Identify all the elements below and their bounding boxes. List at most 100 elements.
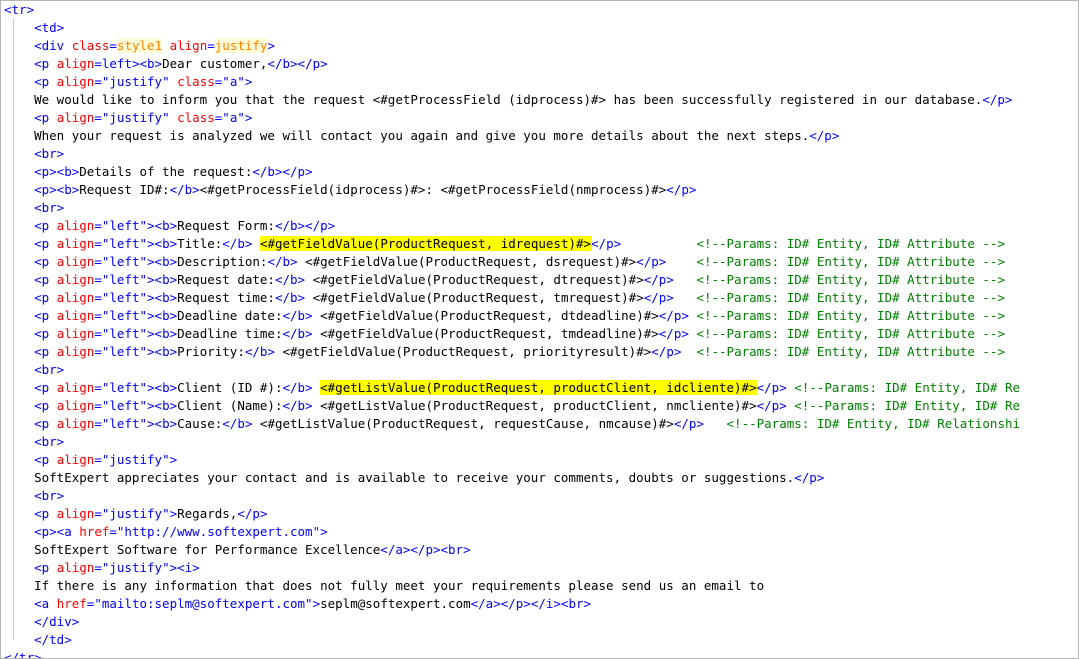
- code-line[interactable]: <p align="left"><b>Title:</b> <#getField…: [4, 235, 1078, 253]
- tag-token: </p>: [643, 272, 674, 287]
- code-line[interactable]: <br>: [4, 145, 1078, 163]
- code-line[interactable]: <a href="mailto:seplm@softexpert.com">se…: [4, 595, 1078, 613]
- tag-token: =: [94, 326, 102, 341]
- value-token: "left": [101, 416, 148, 431]
- text-token: SoftExpert Software for Performance Exce…: [4, 542, 381, 557]
- attribute-token: class: [177, 74, 215, 89]
- code-line[interactable]: <p align="justify">Regards,</p>: [4, 505, 1078, 523]
- tag-token: <div: [34, 38, 72, 53]
- value-token: "left": [101, 272, 148, 287]
- value-token: "left": [101, 218, 148, 233]
- code-line[interactable]: <p align="left"><b>Client (Name):</b> <#…: [4, 397, 1078, 415]
- value-token: "justify": [101, 110, 170, 125]
- code-line[interactable]: <p align=left><b>Dear customer,</b></p>: [4, 55, 1078, 73]
- code-line[interactable]: <br>: [4, 433, 1078, 451]
- code-line[interactable]: <br>: [4, 361, 1078, 379]
- code-line[interactable]: <p align="left"><b>Deadline date:</b> <#…: [4, 307, 1078, 325]
- tag-token: <br>: [34, 146, 65, 161]
- code-line[interactable]: <div class=style1 align=justify>: [4, 37, 1078, 55]
- code-line[interactable]: </td>: [4, 631, 1078, 649]
- code-line[interactable]: </div>: [4, 613, 1078, 631]
- code-line[interactable]: <p align="left"><b>Request time:</b> <#g…: [4, 289, 1078, 307]
- tag-token: =: [94, 452, 102, 467]
- code-line[interactable]: <p align="left"><b>Client (ID #):</b> <#…: [4, 379, 1078, 397]
- code-line[interactable]: <br>: [4, 199, 1078, 217]
- code-line[interactable]: SoftExpert Software for Performance Exce…: [4, 541, 1078, 559]
- text-token: We would like to inform you that the req…: [4, 92, 983, 107]
- tag-token: </b>: [282, 308, 313, 323]
- tag-token: ><b>: [147, 308, 178, 323]
- code-line[interactable]: <td>: [4, 19, 1078, 37]
- tag-token: ><b>: [147, 254, 178, 269]
- code-line[interactable]: <p align="left"><b>Request date:</b> <#g…: [4, 271, 1078, 289]
- code-line[interactable]: <p align="left"><b>Request Form:</b></p>: [4, 217, 1078, 235]
- code-line[interactable]: <p align="left"><b>Cause:</b> <#getListV…: [4, 415, 1078, 433]
- tag-token: =: [94, 236, 102, 251]
- attribute-token: align: [56, 236, 95, 251]
- attribute-token: align: [56, 416, 95, 431]
- value-token: "a": [222, 110, 245, 125]
- value-token: "left": [101, 236, 148, 251]
- code-line[interactable]: When your request is analyzed we will co…: [4, 127, 1078, 145]
- code-line[interactable]: SoftExpert appreciates your contact and …: [4, 469, 1078, 487]
- tag-token: </a></p></i><br>: [470, 596, 592, 611]
- code-line[interactable]: <p align="justify" class="a">: [4, 109, 1078, 127]
- code-editor[interactable]: <tr> <td> <div class=style1 align=justif…: [0, 0, 1079, 659]
- text-token: Regards,: [177, 506, 238, 521]
- tag-token: <p: [34, 416, 57, 431]
- highlighted-expression: <#getFieldValue(ProductRequest, idreques…: [259, 236, 592, 251]
- value-token: "mailto:seplm@softexpert.com": [94, 596, 313, 611]
- text-token: If there is any information that does no…: [4, 578, 765, 593]
- text-token: <#getListValue(ProductRequest, productCl…: [312, 398, 757, 413]
- tag-token: </p>: [673, 416, 704, 431]
- code-line[interactable]: <p align="left"><b>Description:</b> <#ge…: [4, 253, 1078, 271]
- code-line[interactable]: <p align="justify">: [4, 451, 1078, 469]
- text-token: Cause:: [177, 416, 223, 431]
- code-line[interactable]: <p align="justify" class="a">: [4, 73, 1078, 91]
- tag-token: >: [267, 38, 275, 53]
- tag-token: <p: [34, 506, 57, 521]
- tag-token: <p: [34, 74, 57, 89]
- code-line[interactable]: </tr>: [4, 649, 1078, 658]
- code-line[interactable]: If there is any information that does no…: [4, 577, 1078, 595]
- code-line[interactable]: <p align="left"><b>Priority:</b> <#getFi…: [4, 343, 1078, 361]
- code-line[interactable]: <p><b>Details of the request:</b></p>: [4, 163, 1078, 181]
- code-line[interactable]: <p><b>Request ID#:</b><#getProcessField(…: [4, 181, 1078, 199]
- code-line[interactable]: <p><a href="http://www.softexpert.com">: [4, 523, 1078, 541]
- tag-token: </b>: [274, 272, 306, 287]
- value-token: "justify": [101, 560, 170, 575]
- text-token: <#getFieldValue(ProductRequest, dtdeadli…: [312, 308, 659, 323]
- tag-token: ><b>: [147, 236, 178, 251]
- text-token: SoftExpert appreciates your contact and …: [4, 470, 795, 485]
- code-line[interactable]: We would like to inform you that the req…: [4, 91, 1078, 109]
- tag-token: </a></p><br>: [380, 542, 471, 557]
- tag-token: >: [169, 506, 178, 521]
- tag-token: =: [94, 56, 102, 71]
- tag-token: <a: [34, 596, 57, 611]
- tag-token: </p>: [643, 290, 674, 305]
- tag-token: </b></p>: [274, 218, 336, 233]
- attribute-token: align: [56, 560, 95, 575]
- attribute-token: align: [56, 344, 95, 359]
- code-line[interactable]: <p align="left"><b>Deadline time:</b> <#…: [4, 325, 1078, 343]
- tag-token: <p: [34, 218, 57, 233]
- tag-token: <p: [34, 290, 57, 305]
- code-line[interactable]: <tr>: [4, 1, 1078, 19]
- tag-token: <tr>: [4, 2, 35, 17]
- tag-token: =: [94, 74, 102, 89]
- code-line[interactable]: <p align="justify"><i>: [4, 559, 1078, 577]
- code-line[interactable]: <br>: [4, 487, 1078, 505]
